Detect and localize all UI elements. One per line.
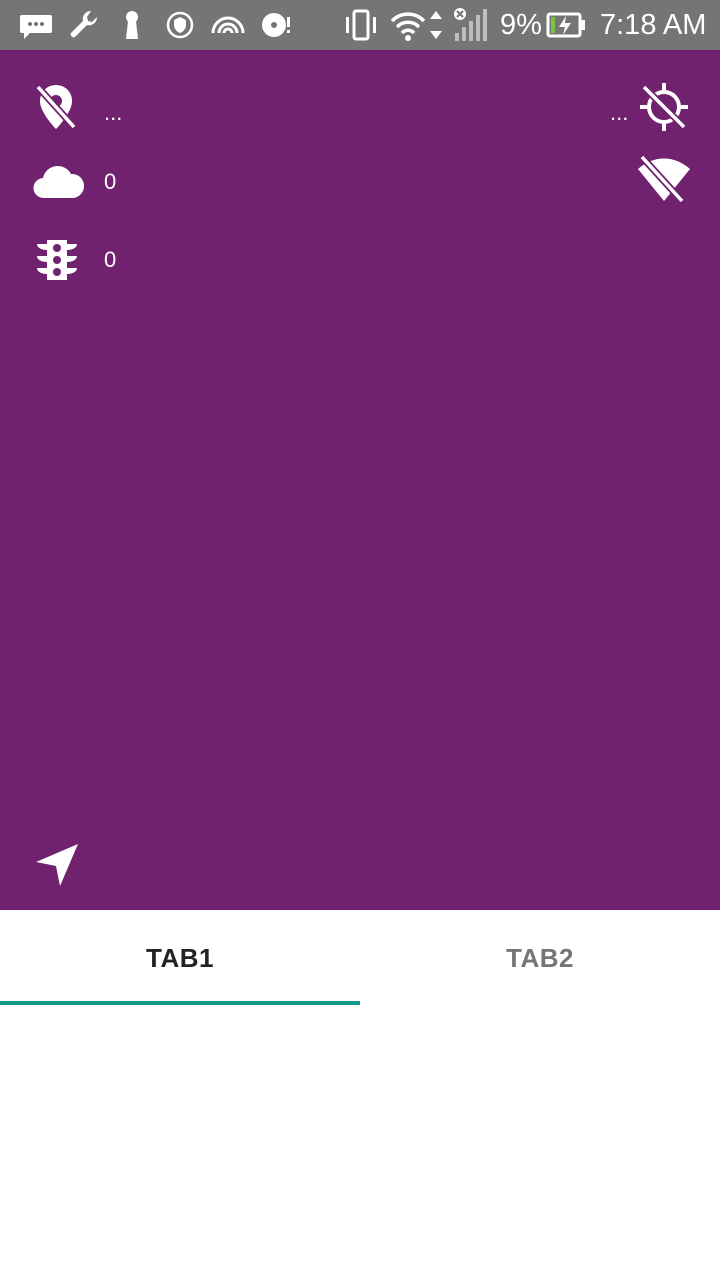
tab-2[interactable]: TAB2 <box>360 910 720 1006</box>
gps-value: ... <box>610 100 629 125</box>
tab-2-label: TAB2 <box>506 942 574 973</box>
tab-indicator <box>0 1001 360 1005</box>
keyhole-icon <box>114 7 150 43</box>
wifi-icon <box>390 7 426 43</box>
info-panel: ... ... 0 0 <box>0 50 720 910</box>
signal-icon <box>452 7 488 43</box>
location-value: ... <box>104 100 123 125</box>
clock: 7:18 AM <box>600 9 707 41</box>
location-off-icon[interactable] <box>30 81 82 133</box>
navigation-arrow-icon[interactable] <box>32 838 84 890</box>
wifi-off-icon[interactable] <box>636 153 692 205</box>
battery-percent: 9% <box>500 9 542 41</box>
tab-bar: TAB1 TAB2 <box>0 910 720 1006</box>
data-arrows-icon <box>425 7 447 43</box>
vibrate-icon <box>343 7 379 43</box>
message-icon <box>18 7 54 43</box>
tab-content <box>0 1006 720 1280</box>
tab-1[interactable]: TAB1 <box>0 910 360 1006</box>
wrench-icon <box>66 7 102 43</box>
traffic-value: 0 <box>104 247 117 272</box>
status-bar: 9% 7:18 AM <box>0 0 720 50</box>
battery-charging-icon <box>546 7 586 43</box>
tab-1-label: TAB1 <box>146 942 214 973</box>
cloud-value: 0 <box>104 169 117 194</box>
shield-icon <box>162 7 198 43</box>
traffic-light-icon <box>31 234 83 286</box>
rainbow-icon <box>210 7 246 43</box>
disk-icon <box>258 7 294 43</box>
cloud-icon <box>30 156 86 208</box>
gps-off-icon[interactable] <box>638 81 690 133</box>
